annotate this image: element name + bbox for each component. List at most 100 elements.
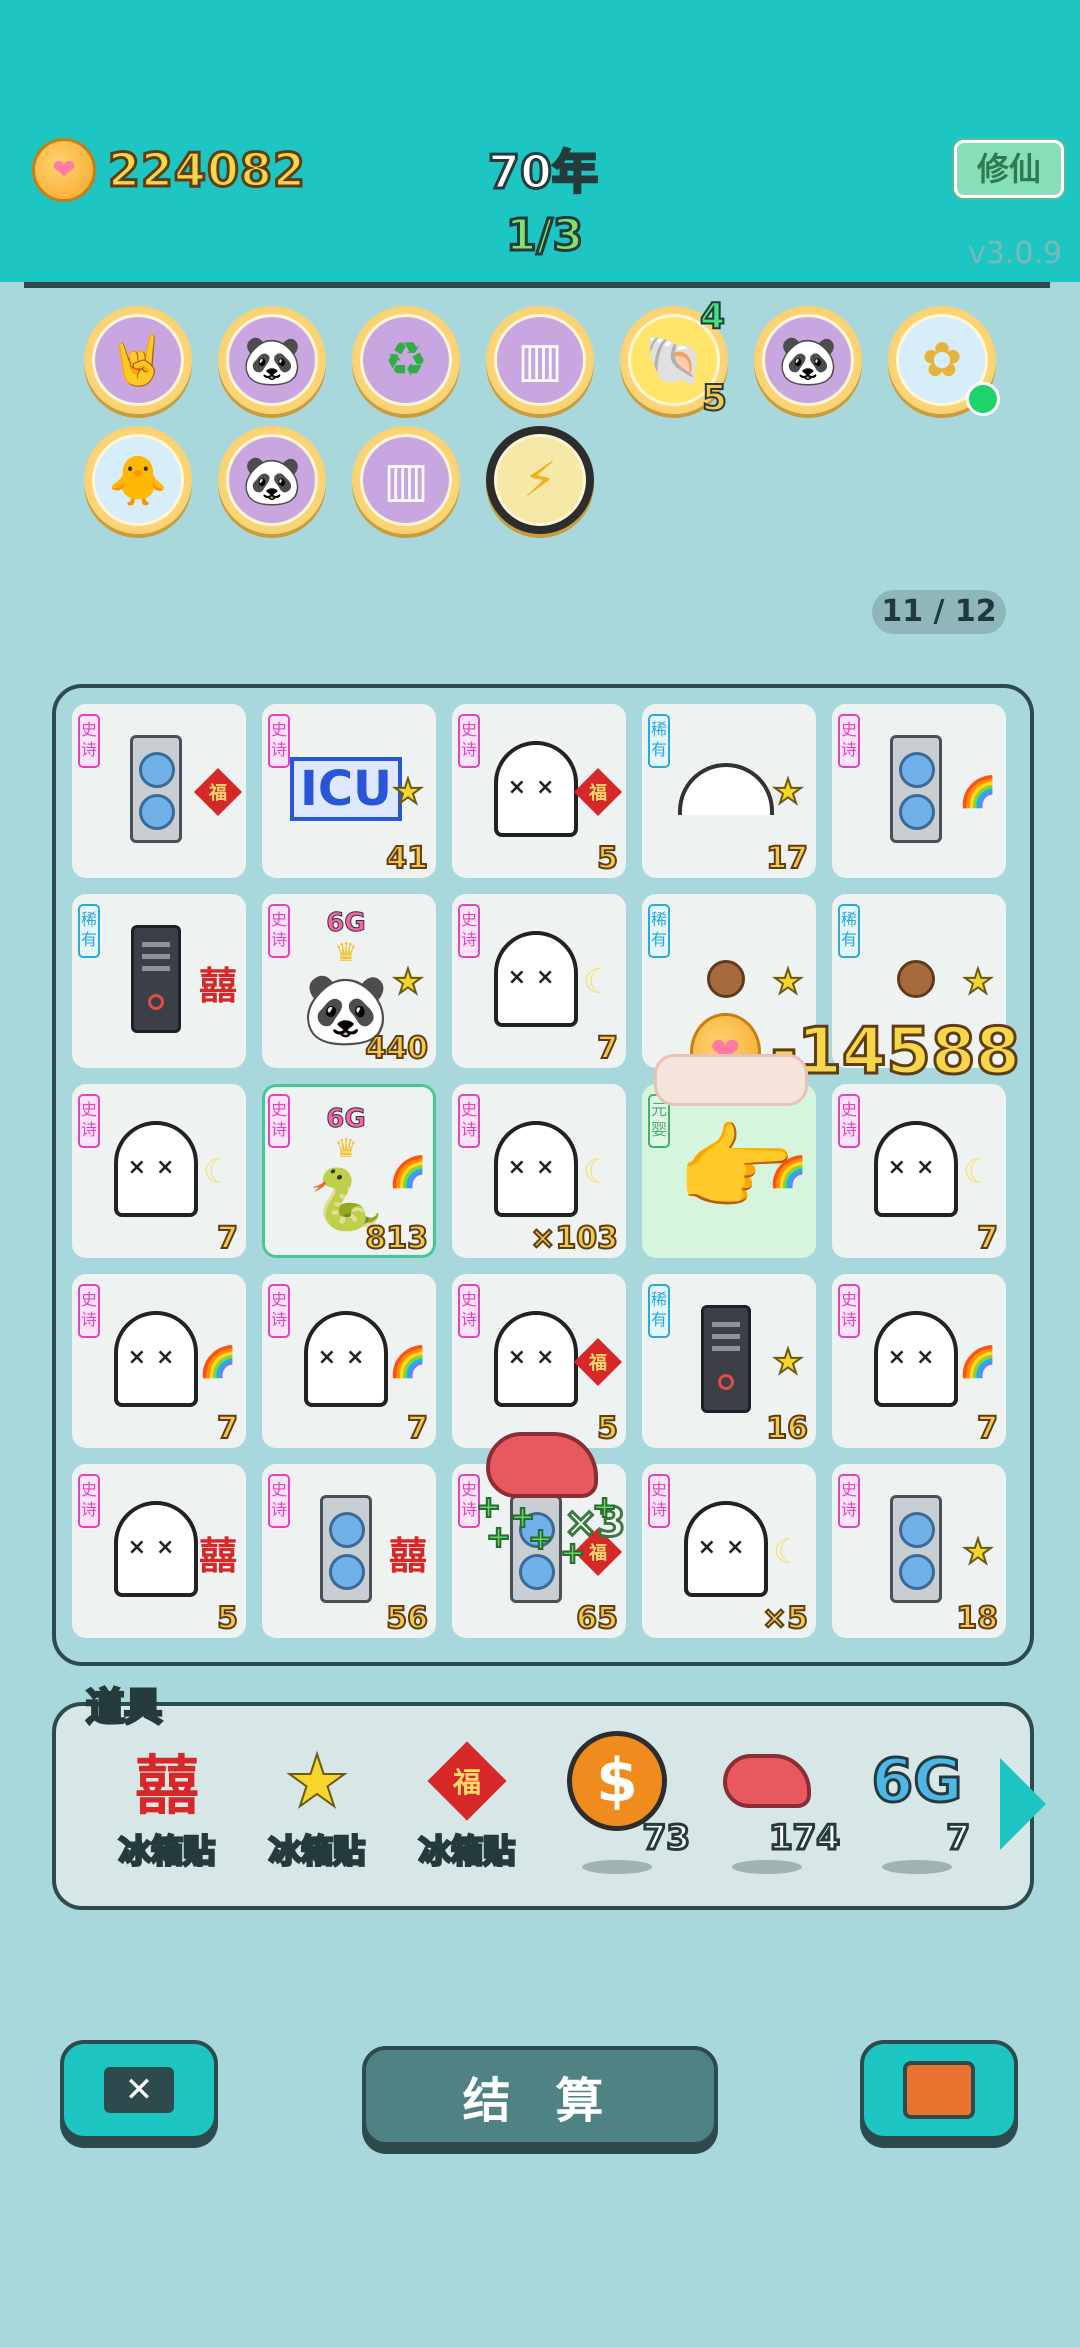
rainbow-icon: 🌈 — [389, 1344, 427, 1380]
relic-bar: 🤘 🐼 ♻ ▥ 🐚 4 5 🐼 ✿ 🐥 🐼 ▥ ⚡ — [0, 295, 1080, 550]
rainbow-icon: 🌈 — [389, 1154, 427, 1190]
server-icon — [131, 925, 181, 1033]
fu-icon: 福 — [427, 1741, 507, 1821]
board-cell[interactable]: 史诗 ×× 囍 5 — [72, 1464, 246, 1638]
briefcase-icon — [903, 2061, 975, 2119]
fu-icon: 福 — [573, 1337, 623, 1387]
relic-panda[interactable]: 🐼 — [754, 306, 862, 414]
round-label: 1/3 — [504, 209, 584, 263]
relic-pleated-skirt[interactable]: ▥ — [352, 426, 460, 534]
chevron-right-icon[interactable] — [1000, 1758, 1046, 1850]
relic-panda[interactable]: 🐼 — [218, 426, 326, 534]
nut-icon — [897, 960, 935, 998]
status-dot — [966, 382, 1000, 416]
epic-tag: 史诗 — [838, 714, 860, 768]
item-count: 7 — [406, 1410, 429, 1447]
item-count: 7 — [216, 1220, 239, 1257]
epic-tag: 史诗 — [838, 1284, 860, 1338]
gpu-icon — [890, 1495, 942, 1603]
rare-tag: 稀有 — [648, 714, 670, 768]
double-happiness-icon: 囍 — [135, 1750, 199, 1824]
star-icon: ★ — [284, 1738, 351, 1824]
board-cell[interactable]: 史诗 6G ♛ 🐍 🌈 813 — [262, 1084, 436, 1258]
star-icon: ★ — [772, 771, 805, 813]
prop-fu-magnet[interactable]: 福 冰箱贴 — [402, 1736, 532, 1886]
liver-icon — [486, 1432, 598, 1498]
liver-icon — [723, 1754, 811, 1808]
board-cell[interactable]: 史诗 🌈 — [832, 704, 1006, 878]
board-cell[interactable]: 史诗福 — [72, 704, 246, 878]
board-cell[interactable]: 稀有 ★ 17 — [642, 704, 816, 878]
prop-6g[interactable]: 6G 7 — [852, 1736, 982, 1886]
item-count: 440 — [364, 1030, 429, 1067]
double-happiness-icon: 囍 — [388, 1533, 427, 1578]
relic-pleated-skirt[interactable]: ▥ — [486, 306, 594, 414]
coins-value: 224082 — [106, 142, 307, 199]
bag-button[interactable] — [860, 2040, 1018, 2140]
rice-cooker-icon: 🐥 — [92, 434, 184, 526]
ghost-icon: ×× — [494, 1121, 578, 1217]
board-cell[interactable]: 史诗 ×× ☾ ×5 — [642, 1464, 816, 1638]
relic-rice-cooker-duck[interactable]: 🐥 — [84, 426, 192, 534]
panda-icon: 🐼 — [226, 434, 318, 526]
board-cell[interactable]: 史诗 ×× 🌈 7 — [72, 1274, 246, 1448]
ghost-icon: ×× — [494, 1311, 578, 1407]
board-cell[interactable]: 稀有 ★ 16 — [642, 1274, 816, 1448]
skirt-icon: ▥ — [494, 314, 586, 406]
board-cell[interactable]: 史诗 ★ 18 — [832, 1464, 1006, 1638]
settle-button[interactable]: 结 算 — [362, 2046, 718, 2146]
moon-icon: ☾ — [582, 1152, 614, 1192]
relic-recycle[interactable]: ♻ — [352, 306, 460, 414]
ghost-icon: ×× — [494, 931, 578, 1027]
rare-tag: 稀有 — [838, 904, 860, 958]
board-cell[interactable]: 史诗 ICU ★ 41 — [262, 704, 436, 878]
gpu-icon — [890, 735, 942, 843]
board-cell[interactable]: 稀有囍 — [72, 894, 246, 1068]
ghost-icon: ×× — [114, 1121, 198, 1217]
cultivate-button[interactable]: 修仙 — [954, 140, 1064, 198]
server-icon — [701, 1305, 751, 1413]
moon-icon: ☾ — [582, 962, 614, 1002]
board-cell[interactable]: 史诗 ×× ☾ ×103 — [452, 1084, 626, 1258]
relic-lightning[interactable]: ⚡ — [486, 426, 594, 534]
skirt-icon: ▥ — [360, 434, 452, 526]
board-cell[interactable]: 史诗 ×× 福 5 — [452, 1274, 626, 1448]
board-cell[interactable]: 史诗 ×× 🌈 7 — [262, 1274, 436, 1448]
board-cell[interactable]: 史诗 ×× ☾ 7 — [452, 894, 626, 1068]
board-cell[interactable]: 史诗 ×× ☾ 7 — [832, 1084, 1006, 1258]
prop-count: 174 — [768, 1817, 842, 1860]
star-icon: ★ — [392, 771, 425, 813]
item-count: ×5 — [761, 1600, 809, 1637]
star-icon: ★ — [772, 961, 805, 1003]
prop-label: 冰箱贴 — [117, 1831, 216, 1872]
ghost-icon: ×× — [874, 1121, 958, 1217]
icu-icon: ICU — [289, 757, 403, 821]
board-cell[interactable]: 史诗 ×× 福 5 — [452, 704, 626, 878]
board-cell[interactable]: 史诗 6G ♛ 🐼 ★ 440 — [262, 894, 436, 1068]
epic-tag: 史诗 — [458, 714, 480, 768]
close-icon: ✕ — [104, 2067, 174, 2113]
relic-rock-hand[interactable]: 🤘 — [84, 306, 192, 414]
double-happiness-icon: 囍 — [198, 963, 237, 1008]
item-count: 7 — [976, 1410, 999, 1447]
board-cell[interactable]: 史诗 ×× ☾ 7 — [72, 1084, 246, 1258]
board-cell[interactable]: 史诗囍 56 — [262, 1464, 436, 1638]
rare-tag: 稀有 — [78, 904, 100, 958]
epic-tag: 史诗 — [458, 1094, 480, 1148]
gpu-icon — [320, 1495, 372, 1603]
rainbow-icon: 🌈 — [199, 1344, 237, 1380]
prop-coin[interactable]: $ 73 — [552, 1731, 692, 1886]
exit-button[interactable]: ✕ — [60, 2040, 218, 2140]
plus-icon: + — [485, 1519, 512, 1556]
item-count: 5 — [596, 840, 619, 877]
prop-star-magnet[interactable]: ★ 冰箱贴 — [252, 1736, 382, 1886]
relic-panda[interactable]: 🐼 — [218, 306, 326, 414]
prop-liver[interactable]: 174 — [702, 1736, 841, 1886]
gpu-icon — [130, 735, 182, 843]
board-cell[interactable]: 史诗 ×× 🌈 7 — [832, 1274, 1006, 1448]
prop-double-happiness-magnet[interactable]: 囍 冰箱贴 — [102, 1736, 232, 1886]
epic-tag: 史诗 — [458, 1284, 480, 1338]
moon-icon: ☾ — [962, 1152, 994, 1192]
six-g-icon: 6G — [870, 1745, 964, 1818]
plus-icon: + — [527, 1521, 554, 1558]
